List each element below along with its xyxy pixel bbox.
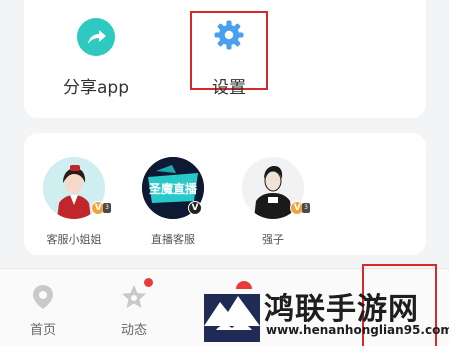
watermark-title: 鸿联手游网 — [264, 292, 419, 327]
watermark: 鸿联手游网 www.henanhonglian95.com — [196, 278, 449, 346]
avatar: 圣魔直播 V — [142, 157, 204, 219]
share-icon — [77, 18, 115, 56]
location-pin-icon — [33, 285, 53, 309]
notification-dot — [144, 278, 153, 287]
settings-label: 设置 — [212, 78, 246, 98]
live-logo-text: 圣魔直播 — [148, 181, 197, 196]
gear-icon — [212, 18, 246, 56]
watermark-url: www.henanhonglian95.com — [266, 323, 449, 337]
nav-home-label: 首页 — [29, 323, 56, 338]
star-icon — [122, 285, 146, 308]
verified-badge: V 3 — [91, 201, 111, 215]
settings-button[interactable]: 设置 — [190, 11, 268, 98]
avatar: V 3 — [43, 157, 111, 219]
agent-item[interactable]: V 3 客服小姐姐 — [29, 157, 119, 247]
features-card: 分享app 设置 — [24, 0, 426, 118]
mountain-logo-icon — [204, 294, 260, 342]
service-card: V 3 客服小姐姐 圣魔直播 V 直播客服 V 3 强子 — [24, 133, 426, 255]
avatar: V 3 — [242, 157, 310, 219]
nav-item-home[interactable]: 首页 — [13, 283, 73, 338]
agent-name: 强子 — [262, 233, 284, 246]
agent-name: 客服小姐姐 — [46, 233, 102, 246]
nav-item-feed[interactable]: 动态 — [104, 283, 164, 338]
share-app-button[interactable]: 分享app — [50, 18, 142, 98]
agent-item[interactable]: V 3 强子 — [228, 157, 318, 247]
verified-badge: V 3 — [290, 201, 310, 215]
share-app-label: 分享app — [63, 78, 129, 98]
agent-name: 直播客服 — [151, 233, 195, 246]
verified-badge: V — [188, 201, 202, 215]
agent-item[interactable]: 圣魔直播 V 直播客服 — [128, 157, 218, 247]
nav-feed-label: 动态 — [120, 323, 147, 338]
